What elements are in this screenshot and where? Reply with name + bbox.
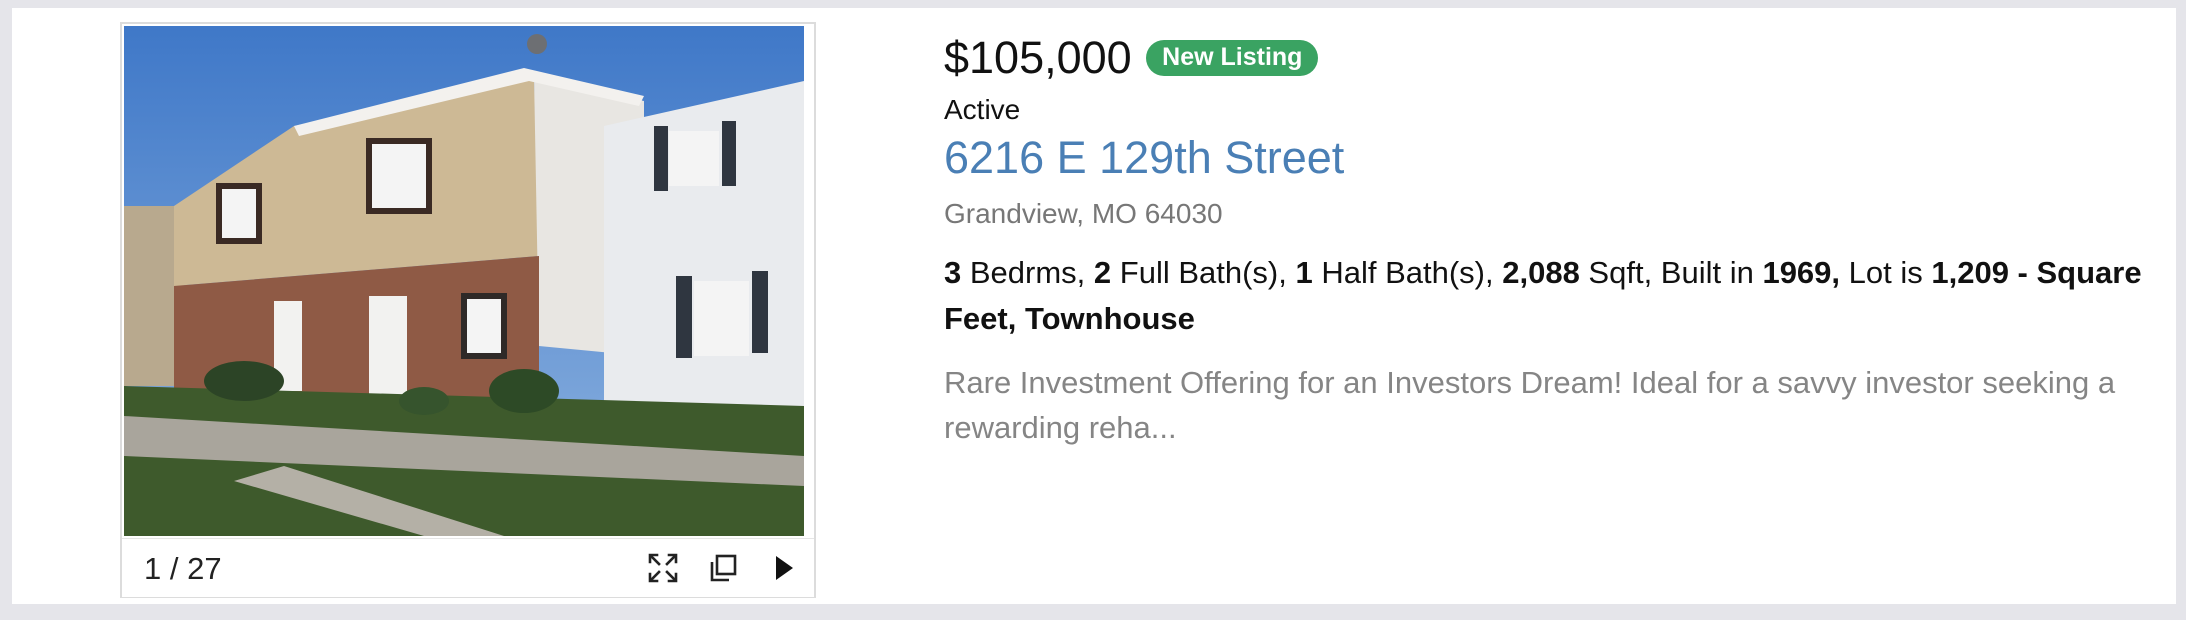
beds-count: 3	[944, 255, 962, 290]
listing-description: Rare Investment Offering for an Investor…	[944, 365, 2116, 445]
sqft-value: 2,088	[1502, 255, 1580, 290]
half-bath-label: Half Bath(s),	[1312, 255, 1503, 290]
listing-status: Active	[944, 94, 1021, 125]
fullscreen-icon[interactable]	[646, 551, 680, 585]
year-built: 1969,	[1762, 255, 1841, 290]
sqft-label: Sqft, Built in	[1579, 255, 1763, 290]
half-bath-count: 1	[1295, 255, 1313, 290]
listing-price: $105,000	[944, 32, 1132, 83]
price-row: $105,000 New Listing	[944, 30, 1319, 86]
listing-address-link[interactable]: 6216 E 129th Street	[944, 130, 1344, 186]
open-popup-icon[interactable]	[706, 551, 740, 585]
full-bath-count: 2	[1093, 255, 1112, 290]
listing-facts: 3 Bedrms, 2 Full Bath(s), 1 Half Bath(s)…	[944, 250, 2144, 342]
photo-gallery: 1 / 27	[120, 22, 816, 598]
listing-card: 1 / 27 $105,000 New Listing Active 6216 …	[12, 8, 2176, 604]
next-arrow-icon[interactable]	[766, 551, 800, 585]
beds-label: Bedrms,	[961, 255, 1094, 290]
lot-label: Lot is	[1840, 255, 1932, 290]
gallery-controls: 1 / 27	[122, 538, 814, 597]
full-bath-label: Full Bath(s),	[1111, 255, 1296, 290]
new-listing-badge: New Listing	[1146, 40, 1319, 76]
listing-photo[interactable]	[124, 26, 804, 536]
listing-city-line: Grandview, MO 64030	[944, 198, 1223, 229]
photo-counter: 1 / 27	[144, 551, 222, 586]
